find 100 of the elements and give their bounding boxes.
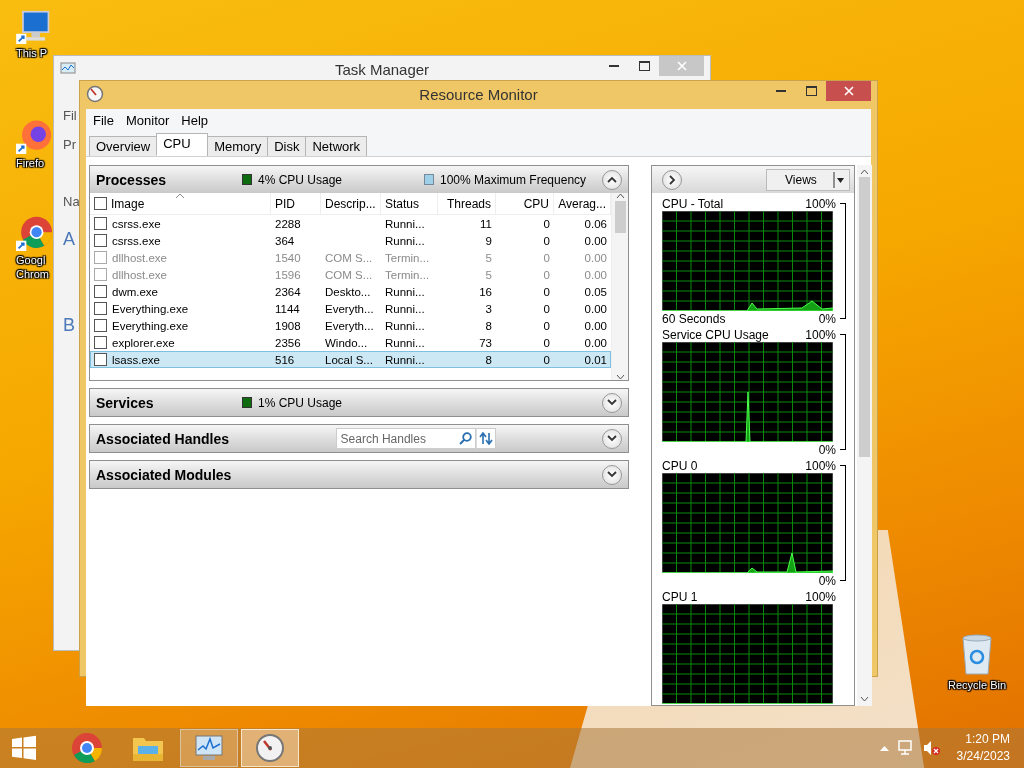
process-row[interactable]: explorer.exe 2356 Windo... Runni... 73 0 0.00 [90,334,611,351]
table-cell: dwm.exe [112,285,159,298]
graph-title: CPU 1 [662,589,698,604]
process-row[interactable]: dllhost.exe 1596 COM S... Termin... 5 0 0.00 [90,266,611,283]
close-icon [676,61,687,71]
menu-item[interactable]: Monitor [120,111,175,130]
checkbox[interactable] [94,268,107,281]
table-cell: 0 [543,353,550,366]
table-cell: csrss.exe [112,234,161,247]
table-cell: Runni... [385,319,425,332]
menu-item[interactable]: File [88,111,119,130]
desktop-icon-label: Googl Chrom [16,253,50,281]
expand-button[interactable] [602,428,622,449]
column-header[interactable]: Status [385,196,420,211]
clock-time[interactable]: 1:20 PM [965,731,1010,748]
column-header[interactable]: PID [275,196,295,211]
firefox-icon[interactable] [16,118,52,154]
tab[interactable]: Overview [89,136,158,156]
recycle-bin-icon[interactable] [959,632,995,676]
checkbox[interactable] [94,302,107,315]
table-cell: Runni... [385,217,425,230]
scroll-up-icon[interactable] [615,193,625,199]
process-row[interactable]: lsass.exe 516 Local S... Runni... 8 0 0.01 [90,351,611,368]
column-header[interactable]: Image [111,196,145,211]
expand-button[interactable] [602,464,622,485]
process-row[interactable]: csrss.exe 2288 Runni... 11 0 0.06 [90,215,611,232]
cpu-usage-text: 1% CPU Usage [258,395,343,410]
column-header[interactable]: Averag... [558,196,606,211]
collapse-button[interactable] [602,169,622,190]
time-span-label: 60 Seconds [662,311,726,326]
table-cell: explorer.exe [112,336,175,349]
expand-panel-button[interactable] [662,169,682,190]
scrollbar-thumb[interactable] [614,201,626,233]
scrollbar-thumb[interactable] [859,177,870,457]
table-cell: 1144 [275,302,300,315]
column-header[interactable]: CPU [523,196,549,211]
checkbox[interactable] [94,285,107,298]
table-cell: 0.06 [584,217,607,230]
table-cell: Everyth... [325,319,374,332]
monitor-chart-icon [60,62,76,76]
chrome-icon[interactable] [16,215,52,251]
desktop-icon-label: This P [16,46,49,60]
expand-button[interactable] [602,392,622,413]
menu-item[interactable]: Help [176,111,214,130]
table-cell: COM S... [325,268,373,281]
muted-speaker-icon[interactable] [922,740,941,756]
cut-off-text: Fil [63,108,77,123]
chevron-down-icon [607,399,617,406]
table-cell: 0 [543,285,550,298]
maximize-icon [638,61,650,71]
scroll-up-icon[interactable] [860,169,869,175]
axis-min-label: 0% [818,311,836,326]
process-row[interactable]: csrss.exe 364 Runni... 9 0 0.00 [90,232,611,249]
axis-max-label: 100% [805,589,836,604]
table-cell: Runni... [385,285,425,298]
clock-date[interactable]: 3/24/2023 [956,748,1010,765]
scroll-down-icon[interactable] [615,374,625,380]
table-cell: Everything.exe [112,319,189,332]
computer-icon[interactable] [16,10,52,44]
tab[interactable]: Network [305,136,368,156]
checkbox[interactable] [94,353,107,366]
process-row[interactable]: Everything.exe 1908 Everyth... Runni... 8 0 0.00 [90,317,611,334]
frequency-text: 100% Maximum Frequency [440,172,587,187]
checkbox[interactable] [94,336,107,349]
table-cell: 0.00 [584,251,607,264]
checkbox[interactable] [94,217,107,230]
desktop-icon-label: Firefo [16,156,46,170]
checkbox[interactable] [94,251,107,264]
checkbox[interactable] [94,319,107,332]
table-cell: 8 [485,319,492,332]
caret-down-icon [833,171,847,188]
checkbox[interactable] [94,197,107,210]
tab[interactable]: Memory [207,136,269,156]
tab[interactable]: Disk [267,136,307,156]
graph-title: CPU 0 [662,458,698,473]
axis-min-label: 0% [818,573,836,588]
axis-max-label: 100% [805,458,836,473]
table-cell: 16 [479,285,492,298]
process-row[interactable]: dllhost.exe 1540 COM S... Termin... 5 0 0.00 [90,249,611,266]
table-cell: 2364 [275,285,301,298]
column-header[interactable]: Threads [446,196,491,211]
table-cell: 1596 [275,268,301,281]
table-cell: Runni... [385,353,425,366]
tab[interactable]: CPU [156,133,209,156]
table-cell: 0.00 [584,234,607,247]
swap-button[interactable] [475,428,496,449]
column-header[interactable]: Descrip... [325,196,376,211]
legend-swatch [242,174,252,185]
table-cell: csrss.exe [112,217,161,230]
process-row[interactable]: Everything.exe 1144 Everyth... Runni... 3 0 0.00 [90,300,611,317]
cut-off-text: Na [63,194,80,209]
views-dropdown[interactable]: Views [766,168,850,191]
taskbar-app-button[interactable] [180,729,238,767]
gauge-icon [86,85,104,103]
checkbox[interactable] [94,234,107,247]
scroll-down-icon[interactable] [860,696,869,702]
close-icon [843,86,854,96]
axis-min-label: 0% [818,442,836,457]
process-row[interactable]: dwm.exe 2364 Deskto... Runni... 16 0 0.05 [90,283,611,300]
table-cell: 0.00 [584,336,607,349]
